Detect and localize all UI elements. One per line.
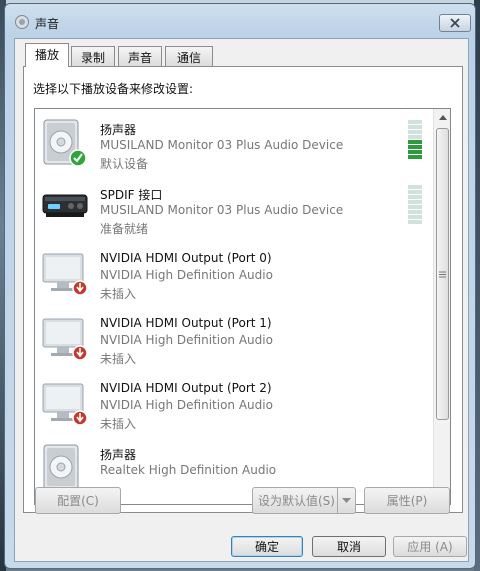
device-name: NVIDIA HDMI Output (Port 1) <box>100 316 272 330</box>
device-name: 扬声器 <box>100 123 137 137</box>
device-description: Realtek High Definition Audio <box>100 463 277 477</box>
close-icon <box>450 18 460 28</box>
scroll-thumb[interactable] <box>436 128 449 420</box>
list-item[interactable]: SPDIF 接口 MUSILAND Monitor 03 Plus Audio … <box>35 178 431 243</box>
device-status: 未插入 <box>100 352 137 366</box>
device-description: NVIDIA High Definition Audio <box>100 333 273 347</box>
list-item[interactable]: NVIDIA HDMI Output (Port 1) NVIDIA High … <box>35 308 431 373</box>
tab-recording[interactable]: 录制 <box>71 46 115 66</box>
monitor-unplugged-icon <box>42 253 88 296</box>
monitor-unplugged-icon <box>42 318 88 361</box>
tab-communications[interactable]: 通信 <box>165 46 213 66</box>
monitor-unplugged-icon <box>42 383 88 426</box>
device-description: NVIDIA High Definition Audio <box>100 268 273 282</box>
instruction-text: 选择以下播放设备来修改设置: <box>33 82 194 96</box>
device-status: 未插入 <box>100 417 137 431</box>
set-default-label: 设为默认值(S) <box>258 494 335 508</box>
volume-meter <box>408 185 422 229</box>
cancel-button[interactable]: 取消 <box>312 536 386 557</box>
close-button[interactable] <box>439 14 471 32</box>
properties-button[interactable]: 属性(P) <box>364 487 450 514</box>
tab-playback[interactable]: 播放 <box>25 43 69 67</box>
list-item[interactable]: NVIDIA HDMI Output (Port 0) NVIDIA High … <box>35 243 431 308</box>
device-list-scrollbar[interactable] <box>433 109 450 504</box>
grip-icon <box>439 271 446 277</box>
speaker-default-icon <box>43 119 87 167</box>
window-title: 声音 <box>35 17 60 31</box>
spdif-device-icon <box>42 194 88 217</box>
device-description: MUSILAND Monitor 03 Plus Audio Device <box>100 138 344 152</box>
chevron-down-icon <box>342 498 351 503</box>
device-status: 准备就绪 <box>100 222 149 236</box>
device-description: NVIDIA High Definition Audio <box>100 398 273 412</box>
device-status: 未插入 <box>100 287 137 301</box>
device-name: SPDIF 接口 <box>100 188 163 202</box>
set-default-button[interactable]: 设为默认值(S) <box>252 487 356 514</box>
set-default-dropdown[interactable] <box>337 488 355 513</box>
ok-button[interactable]: 确定 <box>231 536 303 557</box>
sound-dialog: 声音 播放 录制 声音 通信 选择以下播放设备来修改设置: 扬声器 MUSILA… <box>4 3 476 569</box>
scroll-up-button[interactable] <box>434 109 450 126</box>
device-description: MUSILAND Monitor 03 Plus Audio Device <box>100 203 344 217</box>
device-name: 扬声器 <box>100 448 137 462</box>
speaker-icon <box>15 15 29 29</box>
device-name: NVIDIA HDMI Output (Port 2) <box>100 381 272 395</box>
device-list[interactable]: 扬声器 MUSILAND Monitor 03 Plus Audio Devic… <box>34 108 451 505</box>
volume-meter <box>408 120 422 164</box>
device-name: NVIDIA HDMI Output (Port 0) <box>100 251 272 265</box>
chevron-up-icon <box>438 115 447 120</box>
list-item[interactable]: NVIDIA HDMI Output (Port 2) NVIDIA High … <box>35 373 431 438</box>
device-status: 默认设备 <box>100 157 149 171</box>
tab-sounds[interactable]: 声音 <box>118 46 162 66</box>
apply-button[interactable]: 应用 (A) <box>393 536 467 557</box>
list-item[interactable]: 扬声器 MUSILAND Monitor 03 Plus Audio Devic… <box>35 113 431 178</box>
configure-button[interactable]: 配置(C) <box>35 487 121 514</box>
